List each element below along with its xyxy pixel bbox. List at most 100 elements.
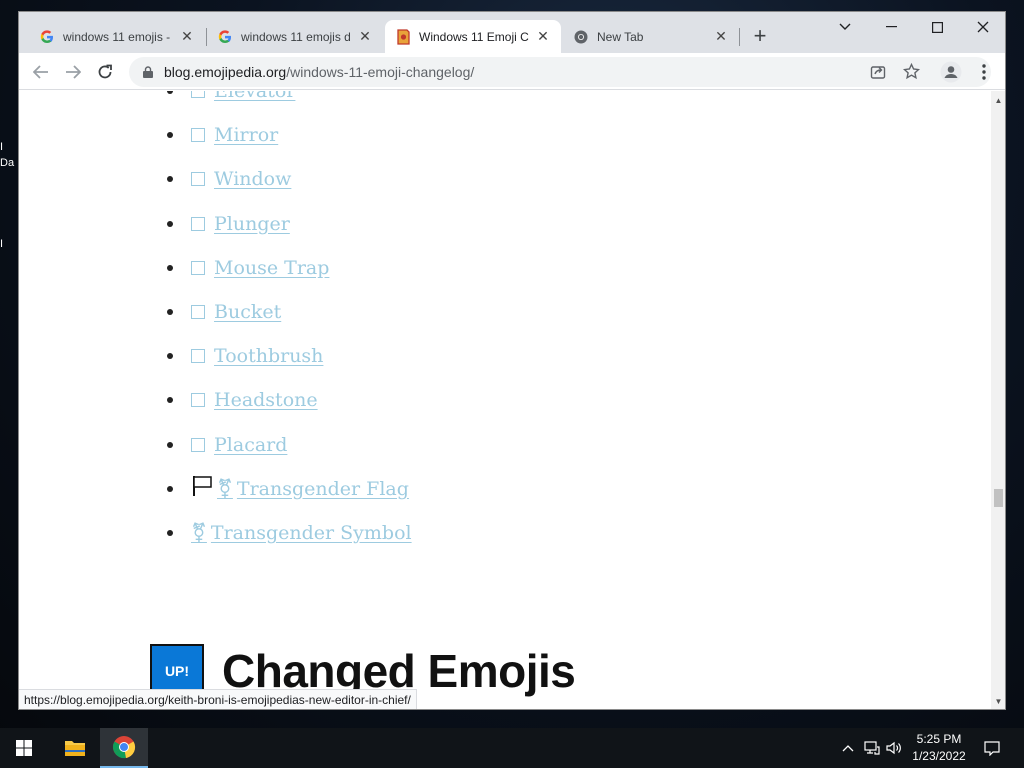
volume-icon[interactable] — [884, 738, 904, 758]
emoji-link-label: Window — [214, 168, 292, 191]
list-item: Placard — [167, 423, 412, 467]
emoji-link-label: Toothbrush — [214, 345, 324, 368]
missing-glyph-icon — [191, 172, 205, 187]
taskbar-file-explorer[interactable] — [51, 728, 99, 768]
desktop-icon-label: I — [0, 141, 4, 153]
list-item: ⚧ Transgender Symbol — [167, 511, 412, 555]
menu-button[interactable] — [970, 58, 998, 86]
emoji-link-label: Headstone — [214, 389, 318, 412]
emoji-link[interactable]: Bucket — [191, 301, 281, 323]
url-text[interactable]: blog.emojipedia.org/windows-11-emoji-cha… — [164, 64, 474, 80]
missing-glyph-icon — [191, 349, 205, 364]
forward-button[interactable] — [59, 58, 87, 86]
emoji-list: Elevator Mirror Window Plunger Mouse Trap Buc… — [167, 91, 412, 555]
system-clock[interactable]: 5:25 PM 1/23/2022 — [904, 731, 974, 765]
chrome-icon — [573, 29, 589, 45]
tab-title: windows 11 emojis d — [241, 29, 351, 44]
google-icon — [217, 29, 233, 45]
maximize-icon — [931, 21, 943, 33]
taskbar-chrome[interactable] — [100, 728, 148, 768]
taskbar: 5:25 PM 1/23/2022 — [0, 728, 1024, 768]
tab-strip: windows 11 emojis - ✕ windows 11 emojis … — [19, 12, 1005, 53]
minimize-icon — [885, 26, 897, 28]
maximize-button[interactable] — [914, 12, 960, 42]
list-item: Bucket — [167, 290, 412, 334]
scroll-down-arrow[interactable]: ▼ — [991, 694, 1005, 709]
emoji-link[interactable]: Toothbrush — [191, 345, 323, 367]
emoji-link[interactable]: Window — [191, 168, 291, 190]
vertical-scrollbar[interactable]: ▲ ▼ — [991, 91, 1005, 709]
status-url-bubble: https://blog.emojipedia.org/keith-broni-… — [19, 689, 417, 709]
tab-new-tab[interactable]: New Tab ✕ — [563, 20, 739, 53]
notification-icon[interactable] — [982, 738, 1002, 758]
tab-title: windows 11 emojis - — [63, 29, 171, 44]
google-icon — [39, 29, 55, 45]
tab-google-search-1[interactable]: windows 11 emojis - ✕ — [29, 20, 205, 53]
url-path: /windows-11-emoji-changelog/ — [286, 64, 475, 80]
close-icon[interactable]: ✕ — [713, 28, 729, 45]
emoji-link-label: Bucket — [214, 301, 282, 324]
arrow-right-icon — [66, 65, 81, 79]
scrollbar-thumb[interactable] — [994, 489, 1003, 507]
arrow-left-icon — [33, 65, 48, 79]
address-bar[interactable]: blog.emojipedia.org/windows-11-emoji-cha… — [129, 57, 991, 87]
back-button[interactable] — [27, 58, 55, 86]
emoji-link-label: Placard — [214, 433, 288, 456]
profile-button[interactable] — [937, 58, 965, 86]
clock-date: 1/23/2022 — [912, 749, 966, 763]
scroll-up-arrow[interactable]: ▲ — [991, 93, 1005, 108]
emoji-link[interactable]: Plunger — [191, 213, 290, 235]
emoji-link[interactable]: Elevator — [191, 91, 295, 102]
tab-title: New Tab — [597, 29, 644, 44]
close-icon[interactable]: ✕ — [357, 28, 373, 45]
missing-glyph-icon — [191, 91, 205, 99]
tab-title: Windows 11 Emoji C — [419, 29, 529, 44]
emoji-link[interactable]: Mirror — [191, 124, 278, 146]
reload-button[interactable] — [91, 58, 119, 86]
missing-glyph-icon — [191, 305, 205, 320]
share-icon[interactable] — [870, 64, 886, 85]
new-tab-button[interactable]: + — [748, 25, 772, 49]
close-icon[interactable]: ✕ — [535, 28, 551, 45]
url-domain: blog.emojipedia.org — [164, 64, 287, 80]
windows-logo-icon — [16, 740, 32, 756]
missing-glyph-icon — [191, 393, 205, 408]
tab-emojipedia[interactable]: Windows 11 Emoji C ✕ — [385, 20, 561, 53]
chevron-up-icon[interactable] — [838, 738, 858, 758]
emoji-link-label: Mirror — [214, 124, 279, 147]
close-icon — [977, 21, 989, 33]
list-item: Toothbrush — [167, 334, 412, 378]
star-icon[interactable] — [902, 62, 921, 85]
minimize-button[interactable] — [868, 12, 914, 42]
list-item: Window — [167, 157, 412, 201]
transgender-symbol-icon: ⚧ — [191, 521, 207, 544]
close-icon[interactable]: ✕ — [179, 28, 195, 45]
emojipedia-icon — [395, 28, 411, 45]
emoji-link[interactable]: Headstone — [191, 389, 318, 411]
avatar-icon — [940, 61, 962, 83]
emoji-link[interactable]: Mouse Trap — [191, 257, 329, 279]
browser-window: windows 11 emojis - ✕ windows 11 emojis … — [18, 11, 1006, 710]
close-window-button[interactable] — [960, 12, 1005, 42]
chevron-down-icon — [839, 23, 851, 30]
emoji-link-label: Elevator — [214, 91, 296, 103]
lock-icon[interactable] — [141, 65, 155, 79]
browser-toolbar: blog.emojipedia.org/windows-11-emoji-cha… — [19, 53, 1005, 90]
emoji-link-label: Plunger — [214, 212, 290, 235]
tab-search-button[interactable] — [822, 12, 868, 42]
list-item: ⚧ Transgender Flag — [167, 467, 412, 511]
kebab-menu-icon — [982, 64, 986, 80]
emoji-link[interactable]: ⚧ Transgender Symbol — [191, 522, 412, 544]
emoji-link-label: Mouse Trap — [214, 256, 330, 279]
tab-google-search-2[interactable]: windows 11 emojis d ✕ — [207, 20, 383, 53]
desktop-icon-label: I — [0, 238, 4, 250]
reload-icon — [98, 64, 112, 79]
network-icon[interactable] — [862, 738, 882, 758]
start-button[interactable] — [0, 728, 48, 768]
emoji-link[interactable]: ⚧ Transgender Flag — [191, 475, 409, 502]
transgender-symbol-icon: ⚧ — [217, 477, 233, 500]
emoji-link[interactable]: Placard — [191, 434, 287, 456]
page-content: Elevator Mirror Window Plunger Mouse Trap Buc… — [19, 91, 991, 709]
chrome-icon — [113, 736, 136, 759]
list-item: Plunger — [167, 202, 412, 246]
